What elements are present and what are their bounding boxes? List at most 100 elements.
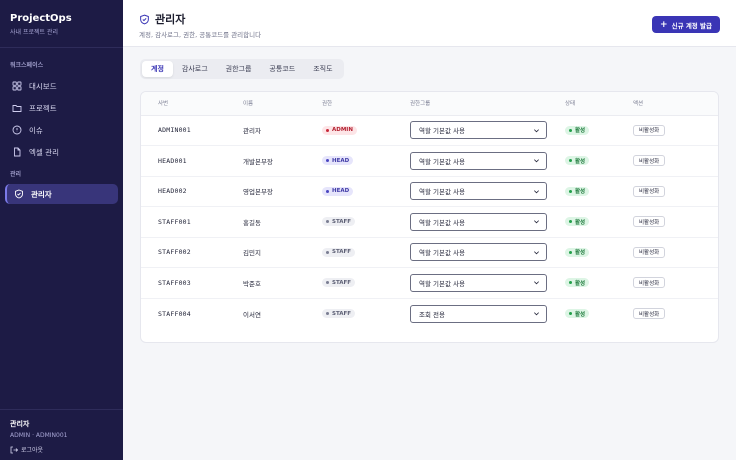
sidebar-item-admin[interactable]: 관리자: [5, 184, 118, 204]
employee-name: 이서연: [243, 310, 261, 319]
plus-icon: +: [660, 19, 668, 30]
permission-group-select[interactable]: 역할 기본값 사용: [410, 243, 547, 262]
deactivate-button[interactable]: 비활성화: [633, 185, 666, 197]
table-row: STAFF001 홍길동 STAFF 역할 기본값 사용 활성 비활성화: [141, 206, 718, 238]
grid-icon: [12, 81, 22, 91]
column-header: 상태: [548, 92, 616, 116]
employee-number: STAFF001: [141, 206, 226, 238]
sidebar-item-label: 대시보드: [29, 81, 57, 91]
deactivate-button[interactable]: 비활성화: [633, 124, 666, 136]
deactivate-button[interactable]: 비활성화: [633, 246, 666, 258]
chevron-down-icon: [534, 129, 539, 133]
workspace-nav: 대시보드 프로젝트 이슈 엑셀 관리: [0, 76, 123, 162]
tab-org-chart[interactable]: 조직도: [304, 61, 341, 77]
brand-title: ProjectOps: [10, 13, 72, 24]
table-row: ADMIN001 관리자 ADMIN 역할 기본값 사용 활성 비활성화: [141, 115, 718, 146]
logout-button[interactable]: 로그아웃: [10, 445, 113, 454]
sidebar-item-projects[interactable]: 프로젝트: [5, 98, 118, 118]
tab-common-codes[interactable]: 공통코드: [260, 61, 304, 77]
status-badge: 활성: [565, 156, 590, 166]
employee-number: STAFF004: [158, 309, 191, 318]
page-title: 관리자: [139, 11, 185, 27]
new-account-button[interactable]: + 신규 계정 발급: [652, 16, 720, 33]
deactivate-button[interactable]: 비활성화: [633, 155, 666, 167]
tab-accounts[interactable]: 계정: [142, 61, 173, 77]
column-header: 권한그룹: [393, 92, 548, 116]
status-badge: 활성: [565, 309, 590, 318]
column-header: 권한: [305, 92, 393, 116]
permission-group-select[interactable]: 역할 기본값 사용: [410, 151, 547, 170]
sidebar-item-issues[interactable]: 이슈: [5, 120, 118, 140]
permission-group-select[interactable]: 역할 기본값 사용: [410, 121, 547, 140]
user-footer: 관리자 ADMIN · ADMIN001 로그아웃: [0, 409, 123, 460]
role-badge: STAFF: [322, 247, 356, 257]
deactivate-button[interactable]: 비활성화: [633, 308, 666, 319]
deactivate-button[interactable]: 비활성화: [633, 216, 666, 228]
user-role: ADMIN · ADMIN001: [10, 432, 68, 439]
employee-name: 관리자: [226, 115, 305, 146]
sidebar-item-excel[interactable]: 엑셀 관리: [5, 142, 118, 162]
user-name: 관리자: [10, 420, 30, 428]
page-header: 관리자 계정, 감사로그, 권한, 공통코드를 관리합니다 + 신규 계정 발급: [123, 0, 736, 47]
folder-icon: [12, 105, 22, 112]
status-badge: 활성: [565, 217, 590, 227]
employee-number: STAFF002: [141, 237, 226, 268]
permission-group-select[interactable]: 역할 기본값 사용: [410, 273, 547, 292]
role-badge: STAFF: [322, 217, 356, 227]
table-row: HEAD002 영업본부장 HEAD 역할 기본값 사용 활성 비활성화: [141, 176, 718, 207]
logout-label: 로그아웃: [21, 447, 44, 454]
employee-number: HEAD002: [141, 176, 226, 207]
status-badge: 활성: [565, 186, 590, 196]
chevron-down-icon: [534, 312, 539, 316]
permission-group-select[interactable]: 조회 전용: [410, 304, 547, 323]
chevron-down-icon: [534, 281, 539, 285]
role-badge: HEAD: [322, 156, 354, 166]
employee-number: STAFF003: [141, 267, 226, 299]
chevron-down-icon: [534, 220, 539, 224]
employee-name: 김민지: [226, 237, 305, 268]
new-account-label: 신규 계정 발급: [671, 21, 712, 30]
employee-number: HEAD001: [141, 145, 226, 177]
admin-section-label: 관리: [10, 171, 22, 178]
table-row: HEAD001 개발본부장 HEAD 역할 기본값 사용 활성 비활성화: [141, 145, 718, 177]
shield-icon: [140, 14, 149, 24]
status-badge: 활성: [565, 125, 590, 135]
table-row: STAFF003 박준호 STAFF 역할 기본값 사용 활성 비활성화: [141, 267, 718, 299]
role-badge: HEAD: [322, 186, 354, 196]
employee-name: 개발본부장: [226, 145, 305, 177]
logout-icon: [10, 446, 18, 453]
employee-name: 박준호: [226, 267, 305, 299]
page-title-text: 관리자: [155, 13, 186, 26]
admin-nav: 관리자: [0, 184, 123, 204]
sidebar-item-label: 관리자: [31, 189, 52, 199]
deactivate-button[interactable]: 비활성화: [633, 277, 666, 289]
sidebar: ProjectOps 사내 프로젝트 관리 워크스페이스 대시보드 프로젝트 이…: [0, 0, 123, 460]
tab-audit-log[interactable]: 감사로그: [173, 61, 217, 77]
tab-permission-groups[interactable]: 권한그룹: [217, 61, 261, 77]
admin-tabs: 계정 감사로그 권한그룹 공통코드 조직도: [140, 59, 344, 79]
accounts-card: 사번 이름 권한 권한그룹 상태 액션 ADMIN001 관리자 ADMIN 역…: [140, 91, 719, 343]
permission-group-select[interactable]: 역할 기본값 사용: [410, 212, 547, 231]
sidebar-item-label: 이슈: [29, 125, 43, 135]
column-header: 액션: [616, 92, 718, 116]
table-row: STAFF002 김민지 STAFF 역할 기본값 사용 활성 비활성화: [141, 237, 718, 268]
employee-number: ADMIN001: [141, 115, 226, 146]
accounts-table: 사번 이름 권한 권한그룹 상태 액션 ADMIN001 관리자 ADMIN 역…: [141, 92, 718, 329]
chevron-down-icon: [534, 190, 539, 194]
employee-name: 홍길동: [226, 206, 305, 238]
alert-circle-icon: [12, 125, 22, 135]
sidebar-item-label: 프로젝트: [29, 103, 57, 113]
status-badge: 활성: [565, 247, 590, 257]
permission-group-select[interactable]: 역할 기본값 사용: [410, 182, 547, 201]
brand-subtitle: 사내 프로젝트 관리: [10, 29, 58, 36]
sidebar-item-dashboard[interactable]: 대시보드: [5, 76, 118, 96]
role-badge: ADMIN: [322, 125, 357, 135]
sidebar-item-label: 엑셀 관리: [29, 147, 59, 157]
table-header-row: 사번 이름 권한 권한그룹 상태 액션: [141, 92, 718, 116]
role-badge: STAFF: [322, 278, 356, 288]
page-subtitle: 계정, 감사로그, 권한, 공통코드를 관리합니다: [139, 31, 262, 39]
status-badge: 활성: [565, 278, 590, 288]
role-badge: STAFF: [322, 309, 356, 318]
file-icon: [14, 147, 21, 157]
column-header: 이름: [226, 92, 305, 116]
